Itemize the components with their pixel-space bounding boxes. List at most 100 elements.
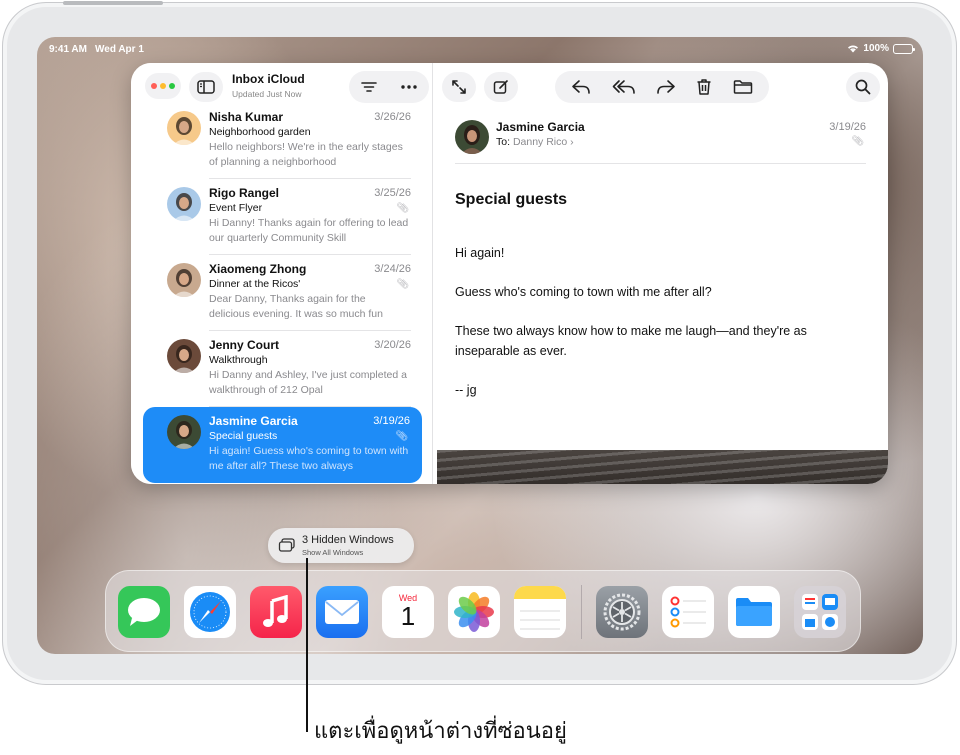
message-row[interactable]: Nisha Kumar 3/26/26 Neighborhood garden … — [143, 103, 423, 179]
app-library-icon[interactable] — [794, 586, 846, 638]
expand-button[interactable] — [442, 72, 476, 102]
message-date: 3/25/26 — [374, 187, 411, 199]
mailbox-title: Inbox iCloud — [232, 72, 305, 86]
message-date: 3/19/26 — [829, 121, 866, 133]
compose-icon — [493, 80, 508, 94]
folder-icon[interactable] — [733, 79, 753, 95]
dock-divider — [581, 585, 582, 639]
sender-avatar — [167, 111, 201, 145]
zoom-dot-icon[interactable] — [169, 83, 175, 89]
status-date: Wed Apr 1 — [95, 44, 144, 55]
photos-icon[interactable] — [448, 586, 500, 638]
forward-icon[interactable] — [656, 79, 676, 95]
message-row[interactable]: Jasmine Garcia 3/19/26 Special guests Hi… — [143, 407, 422, 483]
message-sender: Jasmine Garcia — [209, 414, 298, 428]
sender-avatar — [167, 415, 201, 449]
sender-avatar — [455, 120, 489, 154]
compose-button[interactable] — [484, 72, 518, 102]
ipad-frame: 9:41 AM Wed Apr 1 Mail 100% — [2, 1, 957, 685]
mail-icon[interactable] — [316, 586, 368, 638]
header-divider — [455, 163, 866, 164]
attachment-icon: 📎︎ — [396, 203, 409, 214]
message-sender: Jenny Court — [209, 338, 280, 352]
wifi-icon — [848, 45, 859, 53]
message-subject: Special guests — [455, 191, 568, 208]
sidebar-icon — [197, 80, 215, 94]
message-row[interactable]: Xiaomeng Zhong 3/24/26 Dinner at the Ric… — [143, 255, 423, 331]
message-preview: Hi again! Guess who's coming to town wit… — [209, 445, 409, 472]
sidebar-toggle-button[interactable] — [189, 72, 223, 102]
messages-icon[interactable] — [118, 586, 170, 638]
expand-icon — [452, 80, 466, 94]
attachment-icon: 📎︎ — [851, 136, 864, 147]
message-list: Nisha Kumar 3/26/26 Neighborhood garden … — [143, 103, 423, 483]
stage: 9:41 AM Wed Apr 1 Mail 100% — [0, 0, 960, 755]
files-icon[interactable] — [728, 586, 780, 638]
hidden-windows-title: 3 Hidden Windows — [302, 534, 394, 546]
message-date: 3/19/26 — [373, 415, 410, 427]
screen: 9:41 AM Wed Apr 1 Mail 100% — [37, 37, 923, 654]
safari-icon[interactable] — [184, 586, 236, 638]
recipient-name[interactable]: Danny Rico — [513, 136, 567, 148]
body-paragraph: Hi again! — [455, 246, 505, 260]
message-preview: Hello neighbors! We're in the early stag… — [209, 141, 403, 168]
message-row[interactable]: Jenny Court 3/20/26 Walkthrough Hi Danny… — [143, 331, 423, 407]
person-avatar-icon — [167, 111, 201, 145]
recipient-line: To: Danny Rico › — [496, 136, 574, 148]
reply-icon[interactable] — [571, 79, 591, 95]
message-preview: Dear Danny, Thanks again for the delicio… — [209, 293, 383, 320]
search-button[interactable] — [846, 72, 880, 102]
more-button[interactable] — [389, 71, 429, 103]
sender-avatar — [167, 339, 201, 373]
hidden-windows-subtitle: Show All Windows — [302, 548, 364, 557]
status-time: 9:41 AM — [49, 44, 87, 55]
message-sender: Rigo Rangel — [209, 186, 280, 200]
message-date: 3/26/26 — [374, 111, 411, 123]
window-controls[interactable] — [145, 73, 181, 99]
more-icon — [401, 85, 417, 89]
top-button — [63, 1, 163, 5]
status-bar: 9:41 AM Wed Apr 1 Mail 100% — [37, 37, 923, 76]
sender-avatar — [167, 187, 201, 221]
person-avatar-icon — [167, 339, 201, 373]
status-right: 100% — [847, 43, 915, 54]
body-paragraph: -- jg — [455, 383, 477, 397]
message-row[interactable]: Rigo Rangel 3/25/26 Event Flyer Hi Danny… — [143, 179, 423, 255]
settings-icon[interactable] — [596, 586, 648, 638]
battery-icon — [893, 43, 915, 54]
message-subject: Neighborhood garden — [209, 126, 311, 138]
reading-pane: Jasmine Garcia To: Danny Rico › 3/19/26 … — [434, 63, 888, 484]
reminders-icon[interactable] — [662, 586, 714, 638]
list-actions — [349, 71, 429, 103]
message-subject: Walkthrough — [209, 354, 268, 366]
photo-blinds — [437, 450, 888, 484]
reply-all-icon[interactable] — [612, 79, 636, 95]
message-sender: Nisha Kumar — [209, 110, 284, 124]
attachment-icon: 📎︎ — [396, 279, 409, 290]
windows-stack-icon — [278, 538, 295, 552]
battery-percent: 100% — [863, 43, 889, 54]
music-icon[interactable] — [250, 586, 302, 638]
message-date: 3/20/26 — [374, 339, 411, 351]
trash-icon[interactable] — [696, 78, 712, 96]
minimize-dot-icon[interactable] — [160, 83, 166, 89]
message-subject: Dinner at the Ricos' — [209, 278, 301, 290]
calendar-icon[interactable]: Wed 1 — [382, 586, 434, 638]
message-toolbar — [555, 71, 769, 103]
message-sender: Xiaomeng Zhong — [209, 262, 307, 276]
filter-button[interactable] — [349, 71, 389, 103]
person-avatar-icon — [167, 415, 201, 449]
notes-icon[interactable] — [514, 586, 566, 638]
person-avatar-icon — [455, 120, 489, 154]
person-avatar-icon — [167, 187, 201, 221]
message-preview: Hi Danny and Ashley, I've just completed… — [209, 369, 407, 396]
message-subject: Event Flyer — [209, 202, 263, 214]
message-date: 3/24/26 — [374, 263, 411, 275]
message-subject: Special guests — [209, 430, 278, 442]
hidden-windows-button[interactable]: 3 Hidden Windows Show All Windows — [268, 528, 414, 563]
body-paragraph: These two always know how to make me lau… — [455, 324, 807, 358]
message-list-pane: Inbox iCloud Updated Just Now Nisha Kuma… — [131, 63, 433, 484]
close-dot-icon[interactable] — [151, 83, 157, 89]
callout-line — [306, 558, 308, 732]
attached-photo[interactable] — [437, 450, 888, 484]
